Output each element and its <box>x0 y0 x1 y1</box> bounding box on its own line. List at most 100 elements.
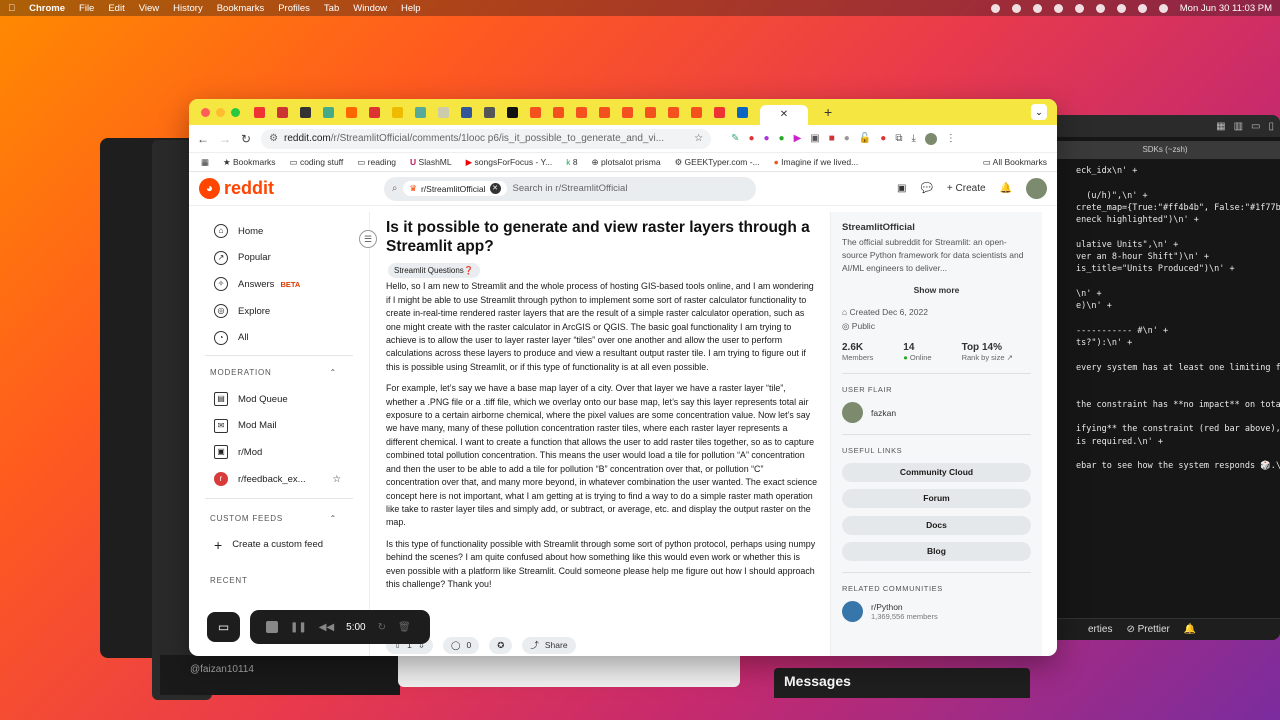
status-properties[interactable]: erties <box>1088 624 1112 635</box>
tab-favicon[interactable] <box>668 106 679 118</box>
custom-feeds-section-header[interactable]: CUSTOM FEEDS ⌃ <box>189 505 369 531</box>
panel-icon[interactable]: ▭ <box>1251 121 1260 132</box>
extension-icon[interactable]: ▣ <box>810 133 819 145</box>
sidebar-item-mod-mail[interactable]: ✉ Mod Mail <box>189 413 369 440</box>
sidebar-item-all[interactable]: ◔ All <box>189 324 369 351</box>
recent-section-header[interactable]: RECENT <box>189 568 369 594</box>
bookmark-star-icon[interactable]: ☆ <box>694 133 703 144</box>
rewind-icon[interactable]: ◀◀ <box>319 622 334 633</box>
status-icon[interactable] <box>990 3 1000 13</box>
link-docs[interactable]: Docs <box>842 515 1031 535</box>
tab-favicon[interactable] <box>576 106 587 118</box>
chip-close-icon[interactable]: ✕ <box>489 183 501 194</box>
extension-icon[interactable]: ● <box>779 133 785 145</box>
bookmark-folder[interactable]: ▭ reading <box>357 157 396 168</box>
tab-search-icon[interactable]: ⌄ <box>1031 104 1047 120</box>
bookmark-item[interactable]: ▶ songsForFocus - Y... <box>466 157 553 168</box>
tab-favicon[interactable] <box>300 106 311 118</box>
menu-app-name[interactable]: Chrome <box>29 3 65 14</box>
back-icon[interactable]: ← <box>197 132 209 146</box>
new-tab-button[interactable]: + <box>824 104 832 120</box>
advertise-icon[interactable]: ▣ <box>897 183 906 194</box>
zoom-window-button[interactable] <box>231 107 240 117</box>
tab-favicon[interactable] <box>369 106 380 118</box>
forward-icon[interactable]: → <box>219 132 231 146</box>
search-bar[interactable]: ⌕ ♛ r/StreamlitOfficial ✕ Search in r/Stre… <box>384 176 756 201</box>
apple-icon[interactable]:  <box>8 3 15 14</box>
status-icon[interactable] <box>1053 3 1063 13</box>
link-forum[interactable]: Forum <box>842 489 1031 508</box>
menu-window[interactable]: Window <box>353 3 387 14</box>
status-icon[interactable] <box>1011 3 1021 13</box>
sidebar-icon[interactable]: ▥ <box>1234 121 1243 132</box>
tab-favicon[interactable] <box>346 106 357 118</box>
tab-favicon[interactable] <box>737 106 748 118</box>
collapse-sidebar-icon[interactable]: ☰ <box>359 230 377 248</box>
bell-icon[interactable]: 🔔 <box>1184 624 1196 635</box>
split-icon[interactable]: ▯ <box>1268 121 1274 132</box>
tab-favicon[interactable] <box>553 106 564 118</box>
download-icon[interactable]: ⤓ <box>911 133 915 145</box>
bookmark-item[interactable]: k 8 <box>566 157 577 167</box>
close-window-button[interactable] <box>201 107 210 117</box>
tab-favicon[interactable] <box>691 106 702 118</box>
status-icon[interactable] <box>1032 3 1042 13</box>
moderation-section-header[interactable]: MODERATION ⌃ <box>189 360 369 386</box>
restart-icon[interactable]: ↻ <box>378 622 386 633</box>
comments-button[interactable]: ◯ 0 <box>442 637 480 655</box>
all-bookmarks[interactable]: ▭ All Bookmarks <box>983 157 1047 168</box>
profile-avatar[interactable] <box>924 132 937 145</box>
extension-icon[interactable]: ▶ <box>794 133 802 145</box>
menu-bookmarks[interactable]: Bookmarks <box>217 3 265 14</box>
address-bar[interactable]: ⚙ reddit.com/r/StreamlitOfficial/comment… <box>261 128 712 149</box>
extension-icon[interactable]: ● <box>764 133 770 145</box>
reddit-logo[interactable]: ◕ reddit <box>199 178 384 199</box>
sidebar-item-answers[interactable]: ✧ Answers BETA <box>189 271 369 298</box>
menu-help[interactable]: Help <box>401 3 421 14</box>
post-flair[interactable]: Streamlit Questions❓ <box>388 263 480 279</box>
layout-icon[interactable]: ▦ <box>1216 121 1225 132</box>
menu-edit[interactable]: Edit <box>108 3 124 14</box>
tab-favicon[interactable] <box>415 106 426 118</box>
favorite-star-icon[interactable]: ☆ <box>332 474 341 485</box>
tab-favicon[interactable] <box>438 106 449 118</box>
community-name[interactable]: StreamlitOfficial <box>842 222 1031 233</box>
reload-icon[interactable]: ↻ <box>241 132 251 146</box>
extension-icon[interactable]: ● <box>880 133 886 145</box>
tab-favicon[interactable] <box>461 106 472 118</box>
wifi-icon[interactable] <box>1116 3 1126 13</box>
chat-icon[interactable]: 💬 <box>920 183 932 194</box>
bookmark-folder[interactable]: ▭ coding stuff <box>290 157 344 168</box>
pause-icon[interactable]: ❚❚ <box>290 622 307 633</box>
tab-favicon[interactable] <box>277 106 288 118</box>
subreddit-search-chip[interactable]: ♛ r/StreamlitOfficial ✕ <box>403 181 507 196</box>
tab-favicon[interactable] <box>254 106 265 118</box>
external-link-icon[interactable]: ↗ <box>1007 353 1013 362</box>
status-icon[interactable] <box>1095 3 1105 13</box>
sidebar-item-explore[interactable]: ◎ Explore <box>189 298 369 325</box>
tab-favicon[interactable] <box>507 106 518 118</box>
extension-icon[interactable]: ● <box>844 133 850 145</box>
stop-icon[interactable] <box>266 621 278 633</box>
extension-icon[interactable]: ● <box>748 133 754 145</box>
messages-panel[interactable]: Messages <box>774 668 1030 698</box>
related-community-item[interactable]: r/Python 1,369,556 members <box>842 601 1031 622</box>
bookmark-item[interactable]: ● Imagine if we lived... <box>774 157 859 167</box>
tab-favicon[interactable] <box>530 106 541 118</box>
menubar-clock[interactable]: Mon Jun 30 11:03 PM <box>1180 3 1272 14</box>
extension-icon[interactable]: ✎ <box>731 133 739 145</box>
menu-tab[interactable]: Tab <box>324 3 339 14</box>
tab-favicon[interactable] <box>714 106 725 118</box>
extensions-puzzle-icon[interactable]: ⧉ <box>895 133 902 145</box>
bookmark-item[interactable]: ★ Bookmarks <box>223 157 276 168</box>
notifications-bell-icon[interactable]: 🔔 <box>1000 183 1012 194</box>
extension-icon[interactable]: ■ <box>829 133 835 145</box>
sidebar-item-r-mod[interactable]: ▣ r/Mod <box>189 439 369 466</box>
user-flair-row[interactable]: fazkan <box>842 402 1031 423</box>
tab-favicon[interactable] <box>645 106 656 118</box>
menu-view[interactable]: View <box>139 3 159 14</box>
active-tab[interactable]: ✕ <box>760 105 808 125</box>
spotlight-icon[interactable] <box>1137 3 1147 13</box>
sidebar-item-popular[interactable]: ↗ Popular <box>189 245 369 272</box>
camera-toggle[interactable]: ▭ <box>207 612 240 642</box>
